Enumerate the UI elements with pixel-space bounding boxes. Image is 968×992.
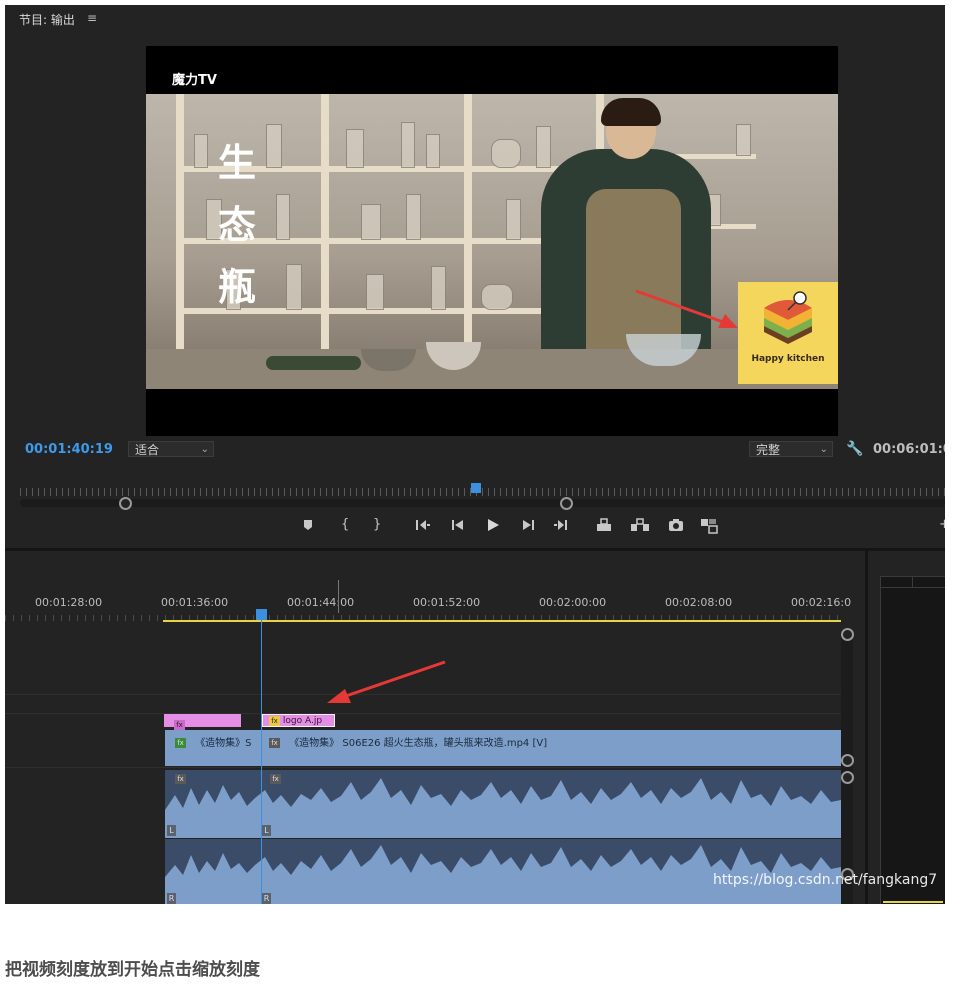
monitor-time-ruler[interactable]: [20, 488, 945, 496]
timeline-playhead-line[interactable]: [261, 612, 262, 904]
title-char-3: 瓶: [218, 264, 257, 309]
lift-button[interactable]: [595, 518, 613, 536]
chevron-down-icon: ⌄: [200, 444, 209, 455]
mark-out-button[interactable]: }: [373, 517, 381, 532]
fx-badge: fx: [270, 774, 281, 784]
go-to-in-button[interactable]: [415, 519, 431, 535]
wrench-icon[interactable]: 🔧: [846, 441, 863, 457]
ruler-label: 00:02:08:00: [665, 596, 733, 609]
cake-logo-icon: [764, 291, 812, 344]
ruler-label: 00:01:52:00: [413, 596, 481, 609]
track-separator: [5, 767, 841, 768]
extract-button[interactable]: [630, 518, 650, 536]
work-area-bar[interactable]: [163, 620, 841, 622]
scroll-handle-mid[interactable]: [841, 754, 854, 767]
button-editor-icon[interactable]: [700, 518, 718, 538]
ruler-label: 00:02:16:0: [791, 596, 852, 609]
audio-meter-panel: [880, 576, 945, 904]
happy-kitchen-logo: Happy kitchen: [738, 282, 838, 384]
duration-timecode: 00:06:01:08: [873, 442, 945, 457]
track-separator: [5, 713, 841, 714]
graphic-clip-label: logo A.jp: [282, 716, 323, 726]
audio-channel-l-label: L: [262, 825, 271, 836]
video-clip-b-label: 《造物集》 S06E26 超火生态瓶，罐头瓶来改造.mp4 [V]: [289, 738, 548, 749]
audio-clip-left[interactable]: L L fx fx: [165, 770, 841, 838]
go-to-out-button[interactable]: [553, 519, 569, 535]
video-annotation-arrow: [635, 289, 738, 328]
monitor-zoom-scrollbar[interactable]: [20, 497, 945, 510]
play-button[interactable]: [486, 518, 500, 536]
audio-channel-r-label: R: [167, 893, 176, 904]
mark-in-button[interactable]: {: [341, 517, 349, 532]
monitor-playhead[interactable]: [471, 483, 481, 493]
zoom-handle-left[interactable]: [119, 497, 132, 510]
ruler-cursor-line: [338, 580, 339, 613]
logo-text: Happy kitchen: [751, 354, 825, 364]
graphic-clip-logo[interactable]: fx logo A.jp: [262, 714, 335, 727]
panel-divider: [5, 548, 945, 551]
timeline-annotation-arrow: [327, 660, 446, 703]
audio-waveform: [165, 770, 841, 823]
premiere-window: 节目: 输出 ≡ 魔力TV 生 态 瓶 Happy kitchen 00:01:…: [5, 5, 945, 904]
ruler-label: 00:01:28:00: [35, 596, 103, 609]
video-clip[interactable]: fx 《造物集》S fx 《造物集》 S06E26 超火生态瓶，罐头瓶来改造.m…: [165, 730, 841, 766]
caption-text: 把视频刻度放到开始点击缩放刻度: [5, 960, 260, 980]
add-button-icon[interactable]: +: [939, 517, 945, 532]
ruler-label: 00:02:00:00: [539, 596, 607, 609]
timeline-vertical-scrollbar[interactable]: [841, 630, 853, 904]
quality-select-value: 完整: [756, 443, 781, 457]
step-forward-button[interactable]: [521, 519, 535, 535]
zoom-select-value: 适合: [135, 443, 160, 457]
fx-badge: fx: [269, 738, 280, 748]
playback-quality-select[interactable]: 完整 ⌄: [749, 441, 833, 457]
audio-channel-r-label: R: [262, 893, 271, 904]
title-char-2: 态: [218, 202, 257, 247]
fx-badge: fx: [175, 774, 186, 784]
url-watermark: https://blog.csdn.net/fangkang7: [713, 872, 938, 888]
panel-menu-icon[interactable]: ≡: [87, 11, 97, 25]
scroll-handle-audio[interactable]: [841, 771, 854, 784]
current-timecode[interactable]: 00:01:40:19: [25, 442, 113, 457]
scroll-handle-top[interactable]: [841, 628, 854, 641]
graphic-clip-a[interactable]: fx: [164, 714, 241, 730]
video-scene: 生 态 瓶: [146, 94, 838, 389]
audio-channel-l-label: L: [167, 825, 176, 836]
step-back-button[interactable]: [451, 519, 465, 535]
zoom-handle-right[interactable]: [560, 497, 573, 510]
fx-badge: fx: [174, 719, 185, 730]
camera-icon[interactable]: [668, 518, 684, 536]
title-char-1: 生: [218, 140, 257, 185]
fx-badge: fx: [269, 715, 280, 726]
chevron-down-icon: ⌄: [819, 444, 828, 455]
program-monitor-title[interactable]: 节目: 输出: [19, 11, 75, 28]
ruler-label: 00:01:44:00: [287, 596, 355, 609]
video-preview[interactable]: 魔力TV 生 态 瓶 Happy kitchen: [146, 46, 838, 436]
add-marker-button[interactable]: [303, 519, 313, 535]
timeline-playhead[interactable]: [256, 609, 267, 620]
fx-badge: fx: [175, 738, 186, 748]
channel-watermark: 魔力TV: [172, 73, 217, 88]
video-clip-a-label: 《造物集》S: [195, 738, 252, 749]
ruler-label: 00:01:36:00: [161, 596, 229, 609]
zoom-select[interactable]: 适合 ⌄: [128, 441, 214, 457]
timeline-meter-divider: [865, 551, 868, 904]
